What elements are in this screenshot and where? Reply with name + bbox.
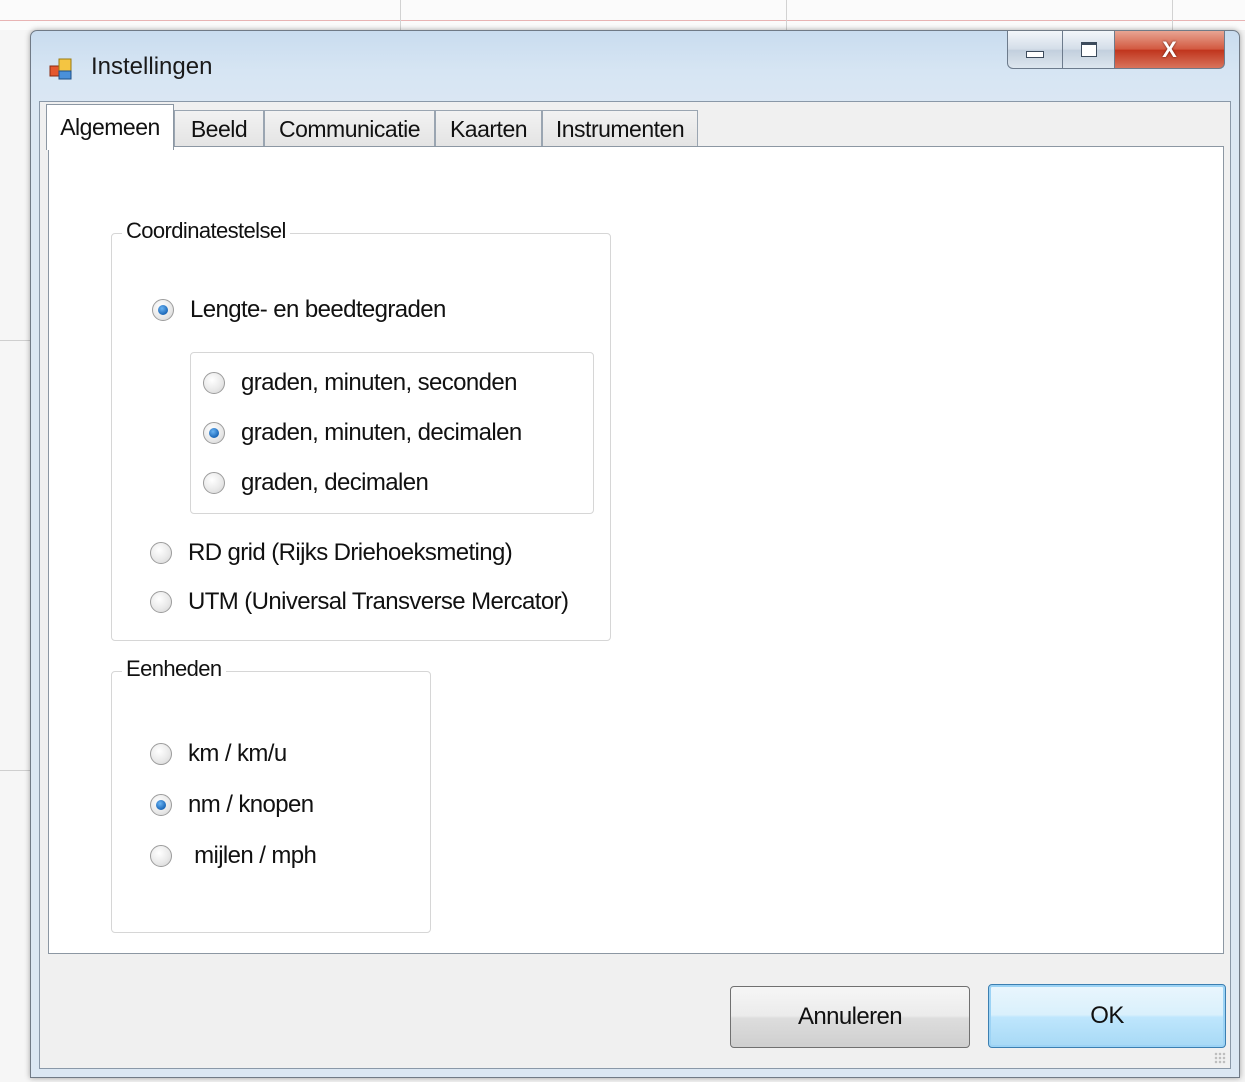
background-divider: [0, 770, 30, 771]
radio-label: mijlen / mph: [188, 842, 317, 869]
window-title: Instellingen: [91, 53, 213, 80]
radio-button[interactable]: [150, 743, 172, 765]
radio-button-checked[interactable]: [152, 299, 174, 321]
radio-label: Lengte- en beedtegraden: [190, 296, 446, 323]
tab-instrumenten[interactable]: Instrumenten: [542, 110, 698, 148]
maximize-icon: [1080, 42, 1097, 57]
radio-button[interactable]: [150, 845, 172, 867]
radio-button-checked[interactable]: [150, 794, 172, 816]
coordinate-format-subgroup: graden, minuten, seconden graden, minute…: [190, 352, 594, 514]
radio-km[interactable]: km / km/u: [150, 740, 287, 768]
radio-dms[interactable]: graden, minuten, seconden: [203, 369, 517, 397]
cancel-button[interactable]: Annuleren: [730, 986, 970, 1048]
radio-miles[interactable]: mijlen / mph: [150, 842, 317, 870]
radio-label: graden, minuten, seconden: [241, 369, 517, 396]
background-divider: [786, 0, 787, 30]
radio-button-checked[interactable]: [203, 422, 225, 444]
tab-panel-algemeen: Coordinatestelsel Lengte- en beedtegrade…: [48, 146, 1224, 954]
units-legend: Eenheden: [122, 656, 226, 682]
caption-buttons: X: [1007, 31, 1225, 71]
coordinate-system-group: Coordinatestelsel Lengte- en beedtegrade…: [111, 218, 611, 641]
background-divider: [1172, 0, 1173, 30]
radio-rd-grid[interactable]: RD grid (Rijks Driehoeksmeting): [150, 539, 513, 567]
radio-label: nm / knopen: [188, 791, 314, 818]
background-grid-line: [0, 20, 1245, 21]
tab-beeld[interactable]: Beeld: [174, 110, 264, 148]
tab-algemeen[interactable]: Algemeen: [46, 104, 174, 150]
radio-nm[interactable]: nm / knopen: [150, 791, 314, 819]
radio-utm[interactable]: UTM (Universal Transverse Mercator): [150, 588, 569, 616]
minimize-button[interactable]: [1007, 31, 1063, 69]
background-app-left: [0, 30, 30, 1082]
tab-strip: Algemeen Beeld Communicatie Kaarten Inst…: [46, 104, 746, 150]
tab-communicatie[interactable]: Communicatie: [264, 110, 435, 148]
minimize-icon: [1026, 51, 1044, 58]
radio-button[interactable]: [203, 372, 225, 394]
background-divider: [0, 340, 30, 341]
coordinate-system-legend: Coordinatestelsel: [122, 218, 290, 244]
background-divider: [400, 0, 401, 30]
tab-kaarten[interactable]: Kaarten: [435, 110, 542, 148]
close-button[interactable]: X: [1115, 31, 1225, 69]
radio-button[interactable]: [150, 542, 172, 564]
maximize-button[interactable]: [1063, 31, 1115, 69]
radio-d-decimal[interactable]: graden, decimalen: [203, 469, 429, 497]
settings-dialog: Instellingen X Algemeen Beeld Communicat…: [30, 30, 1240, 1078]
radio-label: graden, minuten, decimalen: [241, 419, 522, 446]
resize-grip-icon[interactable]: [1214, 1052, 1226, 1064]
ok-button[interactable]: OK: [988, 984, 1226, 1048]
close-icon: X: [1162, 36, 1177, 62]
radio-button[interactable]: [150, 591, 172, 613]
title-bar[interactable]: Instellingen X: [31, 31, 1239, 103]
radio-dm-decimal[interactable]: graden, minuten, decimalen: [203, 419, 522, 447]
settings-app-icon: [49, 58, 72, 80]
units-group: Eenheden km / km/u nm / knopen mijlen / …: [111, 656, 431, 933]
radio-label: km / km/u: [188, 740, 287, 767]
radio-label: graden, decimalen: [241, 469, 429, 496]
radio-label: RD grid (Rijks Driehoeksmeting): [188, 539, 513, 566]
radio-button[interactable]: [203, 472, 225, 494]
background-app-strip: [0, 0, 1245, 30]
radio-lat-long[interactable]: Lengte- en beedtegraden: [152, 296, 446, 324]
dialog-client-area: Algemeen Beeld Communicatie Kaarten Inst…: [39, 101, 1231, 1069]
radio-label: UTM (Universal Transverse Mercator): [188, 588, 569, 615]
